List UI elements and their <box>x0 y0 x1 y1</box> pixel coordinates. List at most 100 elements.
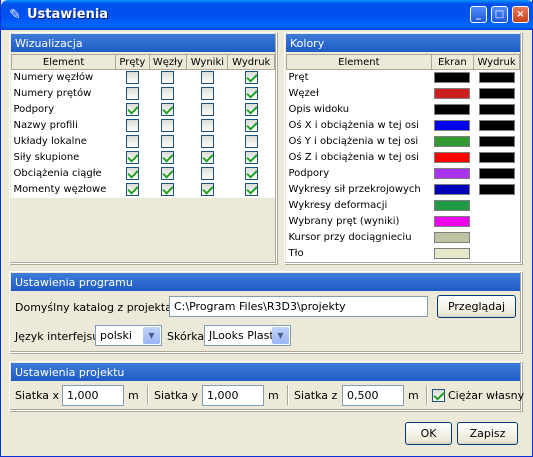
visibility-checkbox[interactable] <box>125 135 139 148</box>
checkbox-cell <box>228 70 275 86</box>
visibility-checkbox[interactable] <box>244 151 258 164</box>
default-dir-input[interactable]: C:\Program Files\R3D3\projekty <box>169 296 428 317</box>
grid-x-input[interactable]: 1,000 <box>62 385 124 406</box>
visibility-checkbox[interactable] <box>161 119 175 132</box>
checkbox-cell <box>228 166 275 182</box>
skin-select[interactable]: JLooks Plastic ▼ <box>204 325 291 346</box>
print-color-swatch[interactable] <box>478 119 515 131</box>
visibility-checkbox[interactable] <box>244 119 258 132</box>
table-row: Opis widoku <box>287 102 520 118</box>
visibility-checkbox[interactable] <box>161 71 175 85</box>
grid-y-input[interactable]: 1,000 <box>202 385 264 406</box>
visualization-panel: Wizualizacja Element Pręty Węzły Wyniki Wydr… <box>9 32 277 264</box>
visibility-checkbox[interactable] <box>200 119 214 132</box>
checkbox-cell <box>149 86 187 102</box>
language-label: Język interfejsu <box>15 330 100 343</box>
screen-color-cell <box>431 150 473 166</box>
visibility-checkbox[interactable] <box>244 183 258 196</box>
title-bar[interactable]: ✎ Ustawienia _ □ × <box>1 0 533 30</box>
colors-panel: Kolory Element Ekran Wydruk Pręt Węzeł Opis … <box>284 32 522 264</box>
print-color-swatch[interactable] <box>478 183 515 195</box>
visibility-checkbox[interactable] <box>125 87 139 100</box>
language-select[interactable]: polski ▼ <box>95 325 162 346</box>
grid-z-input[interactable]: 0,500 <box>342 385 404 406</box>
row-label: Wybrany pręt (wyniki) <box>288 216 400 227</box>
table-row: Tło <box>287 246 520 262</box>
visibility-checkbox[interactable] <box>161 103 175 116</box>
screen-color-swatch[interactable] <box>434 231 471 243</box>
visualization-header: Wizualizacja <box>11 34 275 52</box>
table-row: Węzeł <box>287 86 520 102</box>
visibility-checkbox[interactable] <box>200 183 214 196</box>
separator <box>426 385 428 405</box>
screen-color-cell <box>431 246 473 262</box>
visibility-checkbox[interactable] <box>125 151 139 164</box>
print-color-swatch[interactable] <box>478 135 515 147</box>
row-label: Numery węzłów <box>13 72 94 84</box>
table-row: Numery prętów <box>12 86 275 102</box>
checkbox-cell <box>228 150 275 166</box>
print-color-cell <box>474 214 520 230</box>
table-row: Wybrany pręt (wyniki) <box>287 214 520 230</box>
visibility-checkbox[interactable] <box>200 151 214 164</box>
visibility-checkbox[interactable] <box>200 87 214 100</box>
column-header: Element <box>10 54 117 70</box>
checkbox-cell <box>228 182 275 198</box>
visibility-checkbox[interactable] <box>161 135 175 148</box>
visibility-checkbox[interactable] <box>125 167 139 180</box>
maximize-button[interactable]: □ <box>491 6 508 23</box>
visibility-checkbox[interactable] <box>161 183 175 196</box>
screen-color-swatch[interactable] <box>434 72 471 83</box>
visibility-checkbox[interactable] <box>161 87 175 100</box>
screen-color-swatch[interactable] <box>434 247 471 259</box>
visibility-checkbox[interactable] <box>125 183 139 196</box>
visibility-checkbox[interactable] <box>200 103 214 116</box>
table-row: Wykresy sił przekrojowych <box>287 182 520 198</box>
visibility-checkbox[interactable] <box>244 87 258 100</box>
screen-color-swatch[interactable] <box>434 215 471 227</box>
screen-color-swatch[interactable] <box>434 167 471 179</box>
checkbox-cell <box>187 150 228 166</box>
print-color-swatch[interactable] <box>478 87 515 99</box>
print-color-cell <box>474 230 520 246</box>
save-button[interactable]: Zapisz <box>457 422 518 445</box>
visibility-checkbox[interactable] <box>244 135 258 148</box>
visibility-checkbox[interactable] <box>244 167 258 180</box>
browse-button[interactable]: Przeglądaj <box>437 295 516 318</box>
screen-color-swatch[interactable] <box>434 87 471 99</box>
screen-color-swatch[interactable] <box>434 151 471 163</box>
checkbox-cell <box>116 150 149 166</box>
screen-color-swatch[interactable] <box>434 119 471 131</box>
screen-color-swatch[interactable] <box>434 199 471 211</box>
visibility-checkbox[interactable] <box>244 103 258 116</box>
close-button[interactable]: × <box>512 6 529 23</box>
visibility-checkbox[interactable] <box>125 119 139 132</box>
checkbox-cell <box>187 182 228 198</box>
row-label: Układy lokalne <box>13 136 87 147</box>
screen-color-swatch[interactable] <box>434 103 471 115</box>
visibility-checkbox[interactable] <box>200 167 214 180</box>
table-row: Nazwy profili <box>12 118 275 134</box>
row-label: Podpory <box>13 104 55 115</box>
screen-color-swatch[interactable] <box>434 183 471 195</box>
chevron-down-icon[interactable]: ▼ <box>272 327 289 344</box>
visibility-checkbox[interactable] <box>125 71 139 85</box>
grid-y-unit: m <box>268 389 279 402</box>
screen-color-swatch[interactable] <box>434 135 471 147</box>
print-color-swatch[interactable] <box>478 167 515 179</box>
visibility-checkbox[interactable] <box>200 71 214 85</box>
self-weight-checkbox[interactable] <box>432 389 445 402</box>
visibility-checkbox[interactable] <box>200 135 214 148</box>
visibility-checkbox[interactable] <box>161 151 175 164</box>
print-color-swatch[interactable] <box>478 151 515 163</box>
minimize-button[interactable]: _ <box>470 6 487 23</box>
visibility-checkbox[interactable] <box>161 167 175 180</box>
chevron-down-icon[interactable]: ▼ <box>143 327 160 344</box>
ok-button[interactable]: OK <box>405 422 452 445</box>
print-color-swatch[interactable] <box>478 103 515 115</box>
visibility-checkbox[interactable] <box>244 71 258 85</box>
print-color-swatch[interactable] <box>478 72 515 83</box>
visibility-checkbox[interactable] <box>125 103 139 116</box>
screen-color-cell <box>431 102 473 118</box>
row-label: Obciążenia ciągłe <box>13 168 102 179</box>
